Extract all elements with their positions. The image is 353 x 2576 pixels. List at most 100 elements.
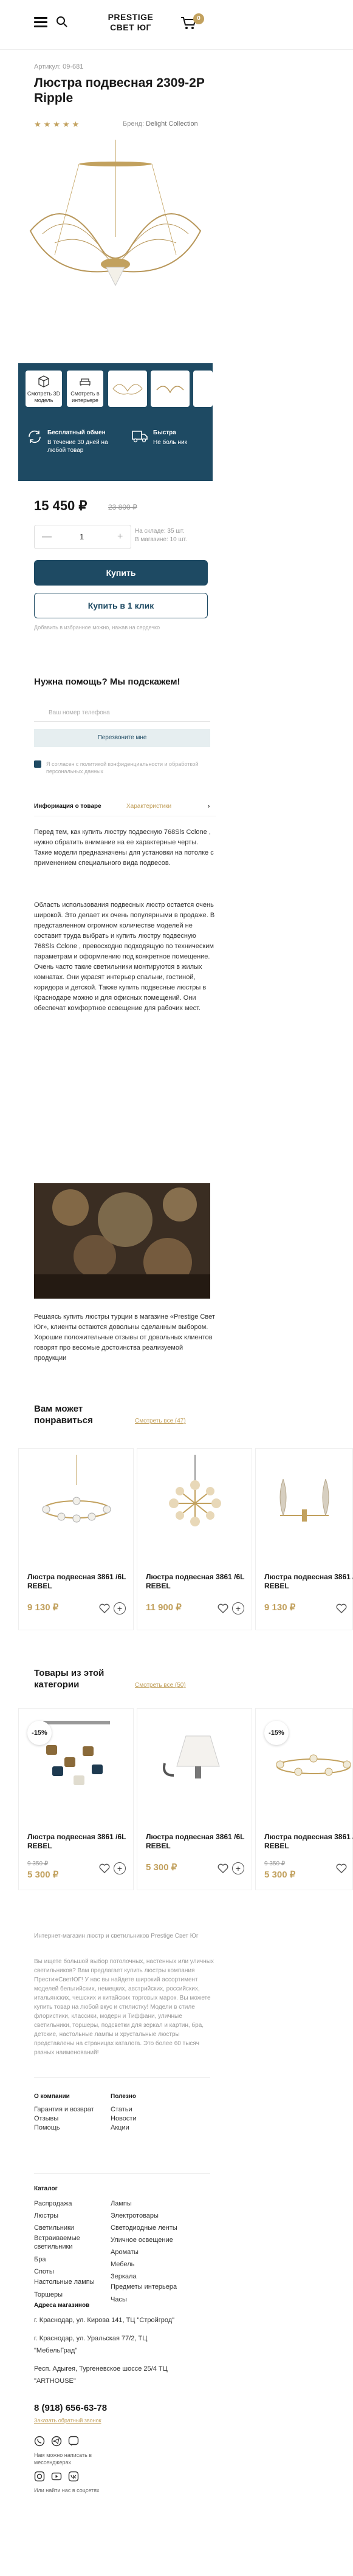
footer-link[interactable]: Споты [34,2266,101,2278]
add-to-cart-button[interactable]: + [114,1862,126,1874]
telegram-icon[interactable] [51,2436,62,2447]
product-card-name[interactable]: Люстра подвесная 3861 /6L REBEL [146,1833,249,1851]
footer-link[interactable]: Предметы интерьера [111,2283,190,2291]
product-card[interactable]: Люстра подвесная 3861 /6L REBEL 5 300 ₽ … [137,1708,252,1890]
footer-link[interactable]: Электротовары [111,2210,190,2222]
footer-catalog-links-2: Лампы Электротовары Светодиодные ленты У… [111,2198,190,2306]
category-see-all-link[interactable]: Смотреть все (50) [135,1682,186,1689]
brand-label: Бренд: [123,120,145,128]
seo-text: Вы ищете большой выбор потолочных, насте… [34,1958,214,2056]
add-to-cart-button[interactable]: + [232,1862,244,1874]
consent-text: Я согласен с политикой конфиденциальност… [46,761,199,774]
view-3d-button[interactable]: Смотреть 3D модель [26,371,62,407]
product-card-price: 9 130 ₽ [27,1602,59,1613]
search-icon[interactable] [56,16,68,28]
footer-link[interactable]: Бра [34,2253,101,2266]
logo[interactable]: PRESTIGE СВЕТ ЮГ [97,12,164,33]
heart-icon[interactable] [99,1603,110,1614]
logo-line1: PRESTIGE [108,12,154,22]
product-card[interactable]: -15% Люстра подвесная 3861 /6L REBEL 9 3… [18,1708,134,1890]
footer-link[interactable]: Новости [111,2114,137,2123]
tabs-next-chevron-icon[interactable]: › [208,803,210,810]
footer-link[interactable]: Светильники [34,2222,101,2234]
product-card-name[interactable]: Люстра подвесная 3861 /6L REBEL [264,1573,353,1591]
youtube-icon[interactable] [51,2471,62,2482]
buy-one-click-button[interactable]: Купить в 1 клик [34,593,208,618]
footer-link[interactable]: Акции [111,2123,137,2133]
brand-link[interactable]: Delight Collection [146,120,198,128]
cube-icon [38,375,49,388]
tab-info[interactable]: Информация о товаре [34,803,101,810]
tab-characteristics[interactable]: Характеристики [126,803,171,810]
product-tabs: Информация о товаре Характеристики › [34,799,216,816]
quantity-stepper: — 1 + [34,525,131,549]
product-card-name[interactable]: Люстра подвесная 3861 /6L REBEL [27,1833,131,1851]
footer-link[interactable]: Мебель [111,2258,190,2270]
consent-checkbox-row[interactable]: Я согласен с политикой конфиденциальност… [34,760,210,775]
checkbox-icon[interactable] [34,760,41,768]
heart-icon[interactable] [336,1863,347,1874]
footer-link[interactable]: Зеркала [111,2270,190,2283]
logo-line2: СВЕТ ЮГ [110,22,151,32]
product-card[interactable]: Люстра подвесная 3861 /6L REBEL 11 900 ₽… [137,1448,252,1630]
footer-company-title: О компании [34,2093,70,2100]
heart-icon[interactable] [218,1603,228,1614]
instagram-icon[interactable] [34,2471,45,2482]
heart-icon[interactable] [99,1863,110,1874]
footer-link[interactable]: Светодиодные ленты [111,2222,190,2234]
whatsapp-icon[interactable] [34,2436,45,2447]
footer-link[interactable]: Уличное освещение [111,2234,190,2246]
buy-button[interactable]: Купить [34,560,208,586]
description-paragraph: Перед тем, как купить люстру подвесную 7… [34,828,214,867]
footer-link[interactable]: Встраиваемые светильники [34,2234,101,2251]
footer-link[interactable]: Распродажа [34,2198,101,2210]
footer-link[interactable]: Люстры [34,2210,101,2222]
quantity-value[interactable]: 1 [80,532,84,541]
heart-icon[interactable] [218,1863,228,1874]
footer-link[interactable]: Часы [111,2294,190,2306]
product-card[interactable]: -15% Люстра подвесная 3861 /6L REBEL 9 3… [255,1708,353,1890]
product-card[interactable]: Люстра подвесная 3861 /6L REBEL 9 130 ₽ [255,1448,353,1630]
vk-icon[interactable] [68,2471,79,2482]
footer-phone[interactable]: 8 (918) 656-63-78 [34,2403,107,2413]
product-card-name[interactable]: Люстра подвесная 3861 /6L REBEL [27,1573,131,1591]
footer-link[interactable]: Настольные лампы [34,2278,101,2286]
product-sku: Артикул: 09-681 [34,63,84,70]
decrease-button[interactable]: — [42,531,52,542]
product-card[interactable]: Люстра подвесная 3861 /6L REBEL 9 130 ₽ … [18,1448,134,1630]
order-call-link[interactable]: Заказать обратный звонок [34,2417,101,2424]
recommended-see-all-link[interactable]: Смотреть все (47) [135,1418,186,1424]
footer-catalog-title: Каталог [34,2185,58,2192]
sofa-icon [80,378,91,386]
product-card-name[interactable]: Люстра подвесная 3861 /6L REBEL [264,1833,353,1851]
callback-button[interactable]: Перезвоните мне [34,729,210,747]
viber-icon[interactable] [68,2436,79,2447]
increase-button[interactable]: + [117,531,123,542]
store-address: г. Краснодар, ул. Кирова 141, ТЦ "Стройг… [34,2317,175,2324]
footer-link[interactable]: Лампы [111,2198,190,2210]
site-header: PRESTIGE СВЕТ ЮГ 0 [0,0,353,50]
gallery-thumbnail[interactable] [108,371,147,407]
heart-icon[interactable] [336,1603,347,1614]
view-interior-label: Смотреть в интерьере [70,391,100,403]
menu-icon[interactable] [34,17,47,28]
phone-input[interactable]: Ваш номер телефона [34,703,210,722]
benefit-delivery-title: Быстра [153,429,176,436]
product-card-name[interactable]: Люстра подвесная 3861 /6L REBEL [146,1573,249,1591]
gallery-thumbnail[interactable] [151,371,190,407]
footer-link[interactable]: Ароматы [111,2246,190,2258]
add-to-cart-button[interactable]: + [114,1602,126,1614]
footer-link[interactable]: Гарантия и возврат [34,2105,101,2114]
product-image[interactable] [18,140,213,358]
add-to-cart-button[interactable]: + [232,1602,244,1614]
footer-link[interactable]: Статьи [111,2105,137,2114]
gallery-thumbnail[interactable] [193,371,213,407]
footer-link[interactable]: Отзывы [34,2114,101,2123]
footer-divider [34,2173,210,2174]
footer-link[interactable]: Помощь [34,2123,101,2133]
view-interior-button[interactable]: Смотреть в интерьере [67,371,103,407]
discount-badge: -15% [27,1721,52,1745]
footer-link[interactable]: Торшеры [34,2289,101,2301]
category-title: Товары из этой категории [34,1668,105,1690]
footer-company-links: Гарантия и возврат Отзывы Помощь [34,2105,101,2133]
